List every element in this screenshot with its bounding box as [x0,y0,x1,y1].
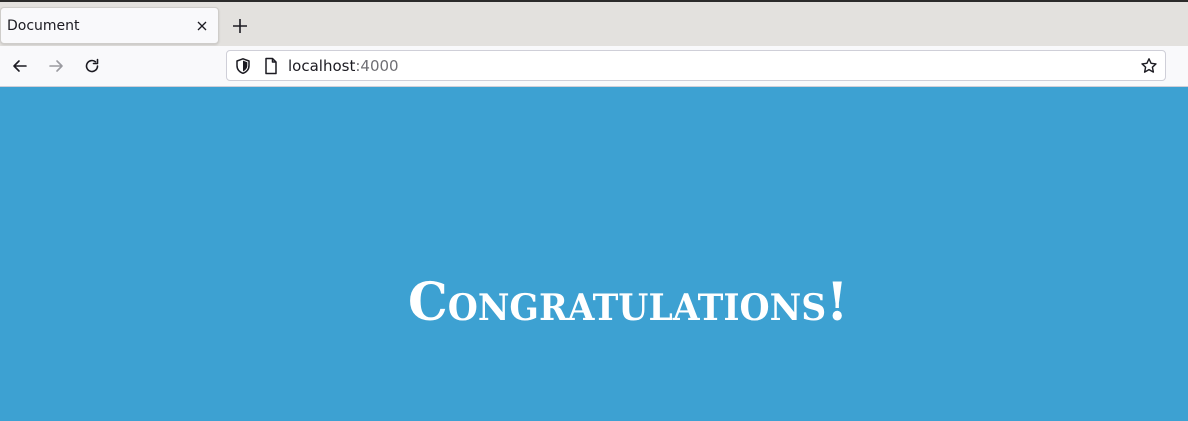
tab-title: Document [7,18,80,34]
arrow-right-icon[interactable] [46,56,66,76]
shield-icon[interactable] [234,57,252,75]
page-icon [265,57,277,75]
close-icon[interactable] [194,18,210,34]
url-text[interactable]: localhost:4000 [288,57,399,75]
arrow-left-icon[interactable] [10,56,30,76]
tab-document[interactable]: Document [0,7,219,44]
url-host: localhost [288,57,356,75]
browser-window: Document localhost:4000 Congratulations! [0,0,1188,421]
plus-icon[interactable] [230,16,250,36]
url-bar[interactable]: localhost:4000 [226,50,1166,81]
reload-icon[interactable] [82,56,102,76]
star-icon[interactable] [1140,57,1158,75]
congratulations-heading: Congratulations! [408,272,849,333]
tab-strip: Document [0,0,1188,46]
navigation-bar: localhost:4000 [0,46,1188,87]
page-content: Congratulations! [0,87,1188,421]
url-port: :4000 [355,57,399,75]
